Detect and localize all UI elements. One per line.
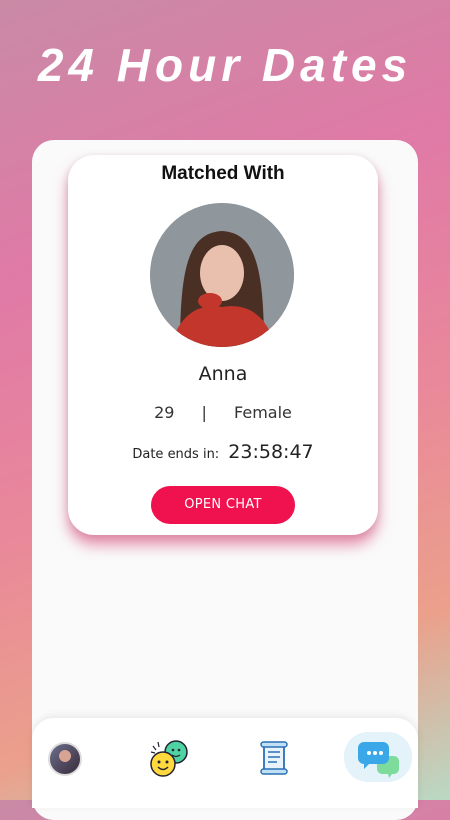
- avatar-portrait-icon: [150, 203, 294, 347]
- profile-photo-icon[interactable]: [48, 742, 82, 776]
- chat-tab[interactable]: [344, 732, 412, 782]
- date-ends-label: Date ends in:: [132, 447, 220, 462]
- scroll-document-icon[interactable]: [254, 738, 298, 782]
- smiley-faces-icon[interactable]: [148, 736, 192, 780]
- match-details: 29 | Female: [68, 403, 378, 422]
- match-name: Anna: [198, 363, 248, 385]
- bottom-nav: [32, 718, 418, 808]
- chat-bubbles-icon: [358, 742, 399, 778]
- details-separator: |: [201, 403, 207, 422]
- date-countdown: Date ends in: 23:58:47: [68, 441, 378, 463]
- countdown-timer: 23:58:47: [228, 441, 314, 463]
- banner-title: 24 Hour Dates: [37, 39, 413, 91]
- match-avatar[interactable]: [150, 203, 294, 347]
- match-gender: Female: [234, 403, 292, 422]
- match-age: 29: [154, 403, 175, 422]
- card-heading: Matched With: [161, 163, 285, 184]
- open-chat-button[interactable]: OPEN CHAT: [151, 486, 295, 524]
- match-card: Matched With Anna 29 | Female Date ends …: [68, 155, 378, 535]
